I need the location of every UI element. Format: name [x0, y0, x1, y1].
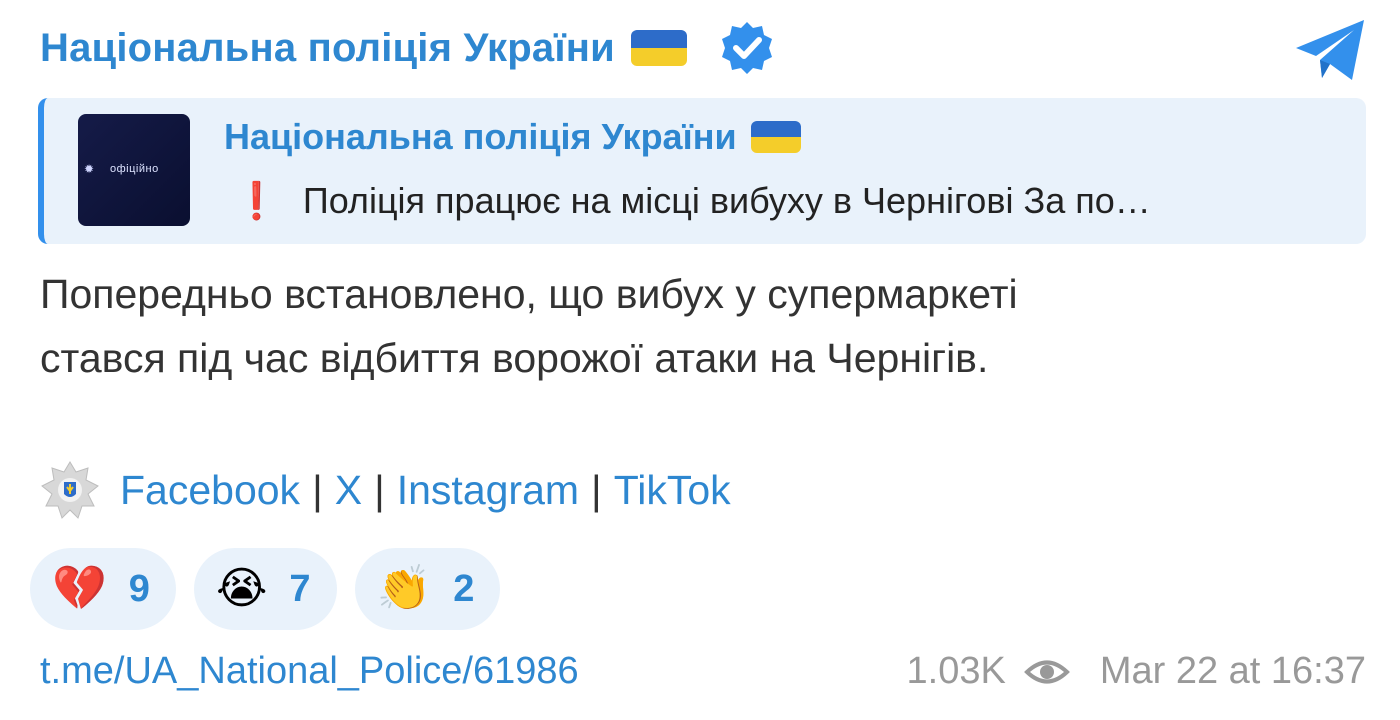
link-separator: |: [374, 466, 385, 513]
quote-body-text: Поліція працює на місці вибуху в Черніго…: [302, 180, 1151, 221]
quote-title: Національна поліція України: [224, 116, 801, 158]
quote-channel-name: Національна поліція України: [224, 116, 737, 157]
quote-text: ❗ Поліція працює на місці вибуху в Черніг…: [224, 180, 1344, 222]
telegram-icon[interactable]: [1292, 16, 1370, 86]
message-line: стався під час відбиття ворожої атаки на…: [40, 335, 989, 381]
post-link[interactable]: t.me/UA_National_Police/61986: [40, 650, 579, 693]
ukraine-flag-icon: [750, 121, 801, 153]
tiktok-link[interactable]: TikTok: [614, 467, 731, 514]
message-text: Попередньо встановлено, що вибух у супер…: [40, 262, 1360, 390]
social-links: Facebook | X | Instagram | TikTok: [40, 458, 731, 522]
thumbnail-caption: офіційно: [110, 163, 159, 175]
exclamation-icon: ❗: [234, 180, 279, 221]
reaction-count: 2: [453, 567, 475, 610]
reactions-bar: 💔 9 😭 7 👏 2: [30, 548, 518, 630]
crying-face-icon: 😭: [215, 564, 268, 613]
reaction-count: 9: [128, 567, 150, 610]
instagram-link[interactable]: Instagram: [397, 467, 579, 514]
gear-icon: ✹: [84, 162, 95, 176]
message-line: Попередньо встановлено, що вибух у супер…: [40, 271, 1018, 317]
reaction-count: 7: [289, 567, 311, 610]
channel-header: Національна поліція України: [40, 18, 775, 78]
reaction-crying-face[interactable]: 😭 7: [193, 548, 337, 630]
reaction-broken-heart[interactable]: 💔 9: [30, 548, 176, 630]
channel-name[interactable]: Національна поліція України: [40, 26, 615, 71]
eye-icon: [1023, 660, 1070, 683]
reply-quote[interactable]: ✹ офіційно Національна поліція України ❗…: [38, 98, 1366, 244]
verified-badge-icon: [721, 22, 772, 74]
x-link[interactable]: X: [335, 467, 362, 514]
broken-heart-icon: 💔: [52, 564, 107, 613]
police-emblem-icon: [41, 461, 99, 519]
link-separator: |: [312, 466, 323, 513]
link-separator: |: [591, 466, 602, 513]
clapping-hands-icon: 👏: [376, 564, 432, 613]
quote-thumbnail: ✹ офіційно: [78, 114, 190, 226]
view-count: 1.03K: [906, 650, 1006, 692]
facebook-link[interactable]: Facebook: [120, 467, 300, 514]
ukraine-flag-icon: [630, 30, 687, 66]
post-meta: 1.03K Mar 22 at 16:37: [907, 650, 1366, 693]
reaction-clapping-hands[interactable]: 👏 2: [354, 548, 501, 630]
post-timestamp: Mar 22 at 16:37: [1099, 650, 1366, 692]
